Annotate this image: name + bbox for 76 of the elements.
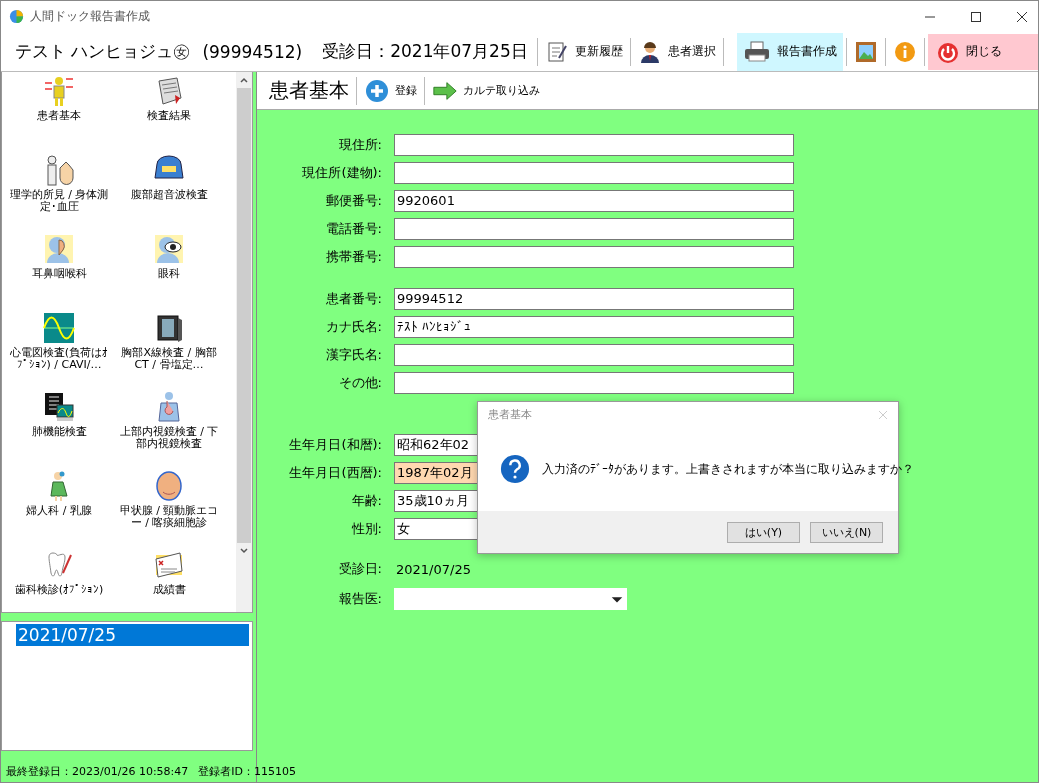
last-saved-text: 最終登録日：2023/01/26 10:58:47	[6, 764, 189, 779]
date-item[interactable]: 2021/07/25	[16, 624, 249, 646]
section-title: 患者基本	[269, 77, 349, 104]
question-icon	[500, 454, 530, 484]
field-label: 現住所:	[337, 136, 382, 154]
field-label: 電話番号:	[324, 220, 382, 238]
menu-item[interactable]: 理学的所見 / 身体測定･血圧	[4, 151, 114, 230]
field-value: 2021/07/25	[396, 561, 471, 577]
maximize-icon[interactable]	[970, 10, 982, 23]
field-label: カナ氏名:	[324, 318, 382, 336]
input-field[interactable]	[394, 344, 794, 366]
field-label: 郵便番号:	[324, 192, 382, 210]
menu-item[interactable]: 眼科	[114, 230, 224, 309]
close-icon[interactable]	[1016, 10, 1028, 23]
field-label: 年齢:	[350, 492, 382, 510]
field-label: 生年月日(和暦):	[288, 436, 382, 454]
visit-date: 受診日：2021年07月25日	[322, 40, 528, 63]
input-field[interactable]	[394, 134, 794, 156]
user-id-text: 登録者ID：115105	[198, 764, 297, 779]
patient-id: (99994512)	[202, 41, 303, 62]
ear-icon	[43, 233, 75, 265]
input-field[interactable]	[394, 218, 794, 240]
field-label: 漢字氏名:	[324, 346, 382, 364]
input-field[interactable]	[394, 162, 794, 184]
patient-select-button[interactable]: 患者選択	[633, 32, 720, 71]
menu-item[interactable]: 婦人科 / 乳腺	[4, 467, 114, 546]
info-icon	[892, 39, 917, 64]
picture-frame-icon	[853, 39, 878, 64]
scroll-up-icon[interactable]	[239, 75, 249, 85]
field-label: 患者番号:	[324, 290, 382, 308]
input-field[interactable]	[394, 246, 794, 268]
menu-item[interactable]: 肺機能検査	[4, 388, 114, 467]
field-label: その他:	[337, 374, 382, 392]
input-field[interactable]: 9920601	[394, 190, 794, 212]
eye-icon	[153, 233, 185, 265]
report-icon	[153, 549, 185, 581]
patient-name: テスト ハンヒョジュ㊛	[15, 40, 191, 63]
report-button[interactable]: 報告書作成	[736, 32, 843, 71]
face-icon	[153, 470, 185, 502]
menu-item[interactable]: 耳鼻咽喉科	[4, 230, 114, 309]
register-button[interactable]: 登録	[360, 78, 421, 103]
dialog-title: 患者基本	[488, 407, 532, 422]
arrow-icon	[432, 78, 458, 103]
menu-item[interactable]: 胸部X線検査 / 胸部CT / 骨塩定…	[114, 309, 224, 388]
input-field[interactable]: 99994512	[394, 288, 794, 310]
menu-item[interactable]: 患者基本	[4, 72, 114, 151]
window-title: 人間ドック報告書作成	[30, 8, 150, 25]
menu-item[interactable]: 甲状腺 / 頸動脈エコー / 喀痰細胞診	[114, 467, 224, 546]
field-label: 受診日:	[337, 560, 382, 578]
waveform-icon	[43, 312, 75, 344]
yes-button[interactable]: はい(Y)	[727, 521, 800, 543]
input-field[interactable]	[394, 372, 794, 394]
field-label: 報告医:	[337, 590, 382, 608]
menu-item[interactable]: 検査結果	[114, 72, 224, 151]
menu-item[interactable]: 心電図検査(負荷はｵﾌﾟｼｮﾝ) / CAVI/…	[4, 309, 114, 388]
menu-item[interactable]: 上部内視鏡検査 / 下部内視鏡検査	[114, 388, 224, 467]
field-label: 現住所(建物):	[301, 164, 382, 182]
no-button[interactable]: いいえ(N)	[810, 521, 883, 543]
input-field[interactable]: ﾃｽﾄ ﾊﾝﾋｮｼﾞｭ	[394, 316, 794, 338]
app-icon	[9, 9, 24, 24]
history-button[interactable]: 更新履歴	[540, 32, 627, 71]
menu-item[interactable]: 成績書	[114, 546, 224, 625]
monitor-icon	[43, 391, 75, 423]
plus-icon	[364, 78, 390, 103]
import-button[interactable]: カルテ取り込み	[428, 78, 544, 103]
scrollbar[interactable]	[236, 72, 252, 612]
person-icon	[43, 75, 75, 107]
scroll-down-icon[interactable]	[239, 546, 249, 556]
scroll-thumb[interactable]	[237, 88, 251, 543]
field-label: 生年月日(西暦):	[288, 464, 382, 482]
field-label: 性別:	[350, 520, 382, 538]
printer-icon	[742, 39, 771, 64]
menu-item[interactable]: 歯科検診(ｵﾌﾟｼｮﾝ)	[4, 546, 114, 625]
field-label: 携帯番号:	[324, 248, 382, 266]
menu-item[interactable]: 腹部超音波検査	[114, 151, 224, 230]
close-button[interactable]: 閉じる	[927, 33, 1038, 70]
